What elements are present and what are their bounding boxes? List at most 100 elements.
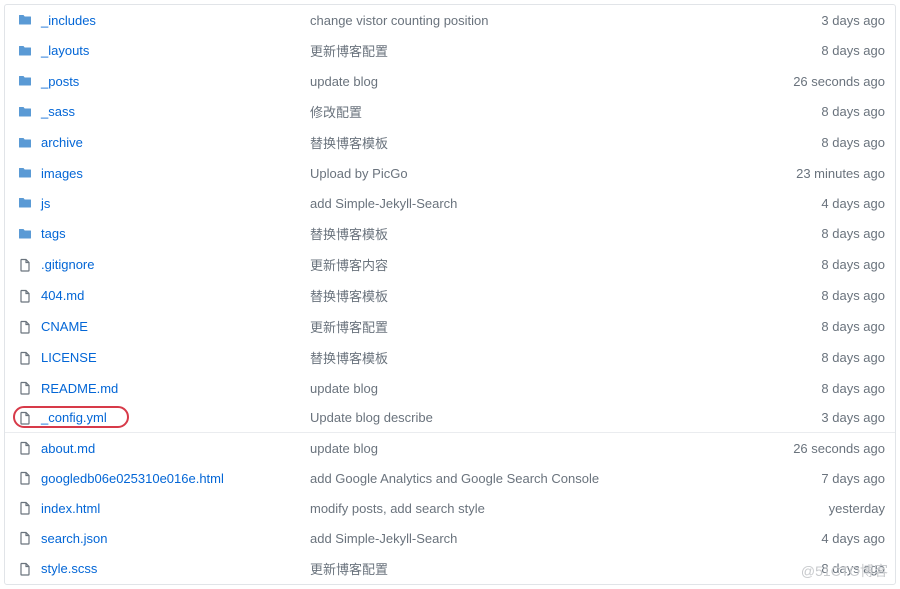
file-list: _includes change vistor counting position…	[4, 4, 896, 585]
file-row[interactable]: imagesUpload by PicGo23 minutes ago	[5, 158, 895, 188]
folder-icon-cell	[15, 227, 35, 241]
folder-icon	[18, 13, 32, 27]
file-name-cell: googledb06e025310e016e.html	[35, 471, 310, 486]
file-icon	[18, 351, 32, 365]
file-link[interactable]: _posts	[41, 74, 79, 89]
file-row[interactable]: googledb06e025310e016e.html add Google An…	[5, 463, 895, 493]
file-row[interactable]: _postsupdate blog26 seconds ago	[5, 66, 895, 96]
file-icon-cell	[15, 562, 35, 576]
commit-message[interactable]: add Google Analytics and Google Search C…	[310, 471, 755, 486]
file-row[interactable]: _layouts更新博客配置8 days ago	[5, 35, 895, 66]
commit-message[interactable]: Update blog describe	[310, 410, 755, 425]
commit-message[interactable]: 更新博客内容	[310, 255, 755, 274]
file-name-cell: _layouts	[35, 43, 310, 58]
file-icon	[18, 289, 32, 303]
file-link[interactable]: tags	[41, 226, 66, 241]
commit-message[interactable]: change vistor counting position	[310, 13, 755, 28]
folder-icon-cell	[15, 166, 35, 180]
file-name-cell: images	[35, 166, 310, 181]
file-name-cell: archive	[35, 135, 310, 150]
commit-message[interactable]: 替换博客模板	[310, 286, 755, 305]
commit-time: 8 days ago	[755, 104, 885, 119]
file-row[interactable]: _sass 修改配置8 days ago	[5, 96, 895, 127]
file-link[interactable]: search.json	[41, 531, 107, 546]
file-link[interactable]: _config.yml	[41, 410, 107, 425]
file-name-cell: style.scss	[35, 561, 310, 576]
file-row[interactable]: CNAME更新博客配置8 days ago	[5, 311, 895, 342]
commit-time: 8 days ago	[755, 257, 885, 272]
commit-time: 7 days ago	[755, 471, 885, 486]
file-row[interactable]: LICENSE 替换博客模板8 days ago	[5, 342, 895, 373]
file-row[interactable]: style.scss更新博客配置8 days ago	[5, 553, 895, 584]
file-link[interactable]: CNAME	[41, 319, 88, 334]
file-link[interactable]: 404.md	[41, 288, 84, 303]
file-row[interactable]: search.jsonadd Simple-Jekyll-Search4 day…	[5, 523, 895, 553]
file-icon-cell	[15, 531, 35, 545]
folder-icon	[18, 166, 32, 180]
file-row[interactable]: js add Simple-Jekyll-Search4 days ago	[5, 188, 895, 218]
file-link[interactable]: _includes	[41, 13, 96, 28]
file-row[interactable]: tags 替换博客模板8 days ago	[5, 218, 895, 249]
file-icon-cell	[15, 471, 35, 485]
file-name-cell: about.md	[35, 441, 310, 456]
commit-message[interactable]: update blog	[310, 74, 755, 89]
commit-time: 4 days ago	[755, 196, 885, 211]
file-icon-cell	[15, 381, 35, 395]
file-row[interactable]: 404.md替换博客模板8 days ago	[5, 280, 895, 311]
file-link[interactable]: LICENSE	[41, 350, 97, 365]
file-name-cell: _sass	[35, 104, 310, 119]
file-link[interactable]: style.scss	[41, 561, 97, 576]
commit-message[interactable]: 替换博客模板	[310, 133, 755, 152]
file-icon-cell	[15, 441, 35, 455]
file-link[interactable]: README.md	[41, 381, 118, 396]
file-icon-cell	[15, 351, 35, 365]
file-row[interactable]: index.html modify posts, add search style…	[5, 493, 895, 523]
commit-message[interactable]: modify posts, add search style	[310, 501, 755, 516]
file-link[interactable]: archive	[41, 135, 83, 150]
file-row[interactable]: README.md update blog8 days ago	[5, 373, 895, 403]
file-link[interactable]: js	[41, 196, 50, 211]
file-link[interactable]: index.html	[41, 501, 100, 516]
file-row[interactable]: .gitignore 更新博客内容8 days ago	[5, 249, 895, 280]
folder-icon-cell	[15, 105, 35, 119]
file-link[interactable]: about.md	[41, 441, 95, 456]
commit-time: 8 days ago	[755, 135, 885, 150]
file-link[interactable]: googledb06e025310e016e.html	[41, 471, 224, 486]
commit-message[interactable]: 替换博客模板	[310, 348, 755, 367]
commit-time: 8 days ago	[755, 226, 885, 241]
folder-icon-cell	[15, 196, 35, 210]
commit-message[interactable]: Upload by PicGo	[310, 166, 755, 181]
file-icon-cell	[15, 320, 35, 334]
file-icon	[18, 501, 32, 515]
commit-message[interactable]: update blog	[310, 441, 755, 456]
commit-message[interactable]: add Simple-Jekyll-Search	[310, 196, 755, 211]
commit-message[interactable]: 更新博客配置	[310, 559, 755, 578]
file-link[interactable]: images	[41, 166, 83, 181]
commit-time: 8 days ago	[755, 350, 885, 365]
file-icon-cell	[15, 258, 35, 272]
file-link[interactable]: .gitignore	[41, 257, 94, 272]
file-icon	[18, 258, 32, 272]
commit-message[interactable]: 更新博客配置	[310, 317, 755, 336]
file-link[interactable]: _sass	[41, 104, 75, 119]
commit-message[interactable]: 更新博客配置	[310, 41, 755, 60]
file-name-cell: _config.yml	[35, 410, 310, 425]
commit-time: 3 days ago	[755, 13, 885, 28]
commit-message[interactable]: 替换博客模板	[310, 224, 755, 243]
commit-message[interactable]: update blog	[310, 381, 755, 396]
folder-icon	[18, 74, 32, 88]
commit-time: 8 days ago	[755, 381, 885, 396]
file-name-cell: _posts	[35, 74, 310, 89]
file-row[interactable]: _includes change vistor counting position…	[5, 5, 895, 35]
file-row[interactable]: _config.ymlUpdate blog describe3 days ag…	[5, 403, 895, 433]
file-icon-cell	[15, 411, 35, 425]
file-icon	[18, 531, 32, 545]
file-row[interactable]: about.mdupdate blog26 seconds ago	[5, 433, 895, 463]
commit-message[interactable]: 修改配置	[310, 102, 755, 121]
file-row[interactable]: archive 替换博客模板8 days ago	[5, 127, 895, 158]
file-icon	[18, 411, 32, 425]
file-icon	[18, 320, 32, 334]
file-link[interactable]: _layouts	[41, 43, 89, 58]
commit-message[interactable]: add Simple-Jekyll-Search	[310, 531, 755, 546]
folder-icon-cell	[15, 13, 35, 27]
